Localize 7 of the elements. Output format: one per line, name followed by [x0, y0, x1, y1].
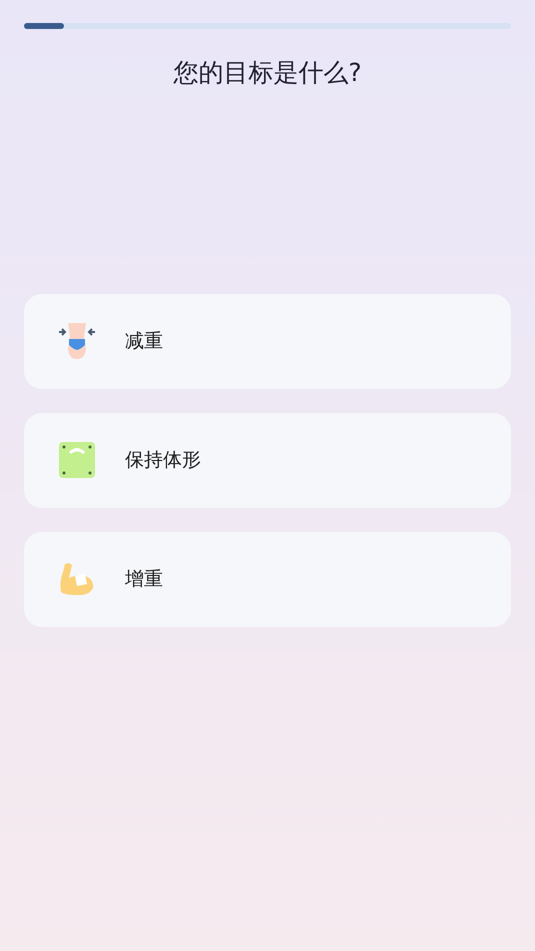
goal-option[interactable]: 增重 — [24, 532, 511, 626]
waist-icon — [58, 323, 96, 359]
goal-option[interactable]: 保持体形 — [24, 412, 511, 508]
scale-icon — [59, 442, 95, 478]
goal-option[interactable]: 减重 — [24, 294, 511, 388]
flexed-arm-icon — [59, 562, 95, 596]
page-title: 您的目标是什么? — [173, 57, 362, 89]
